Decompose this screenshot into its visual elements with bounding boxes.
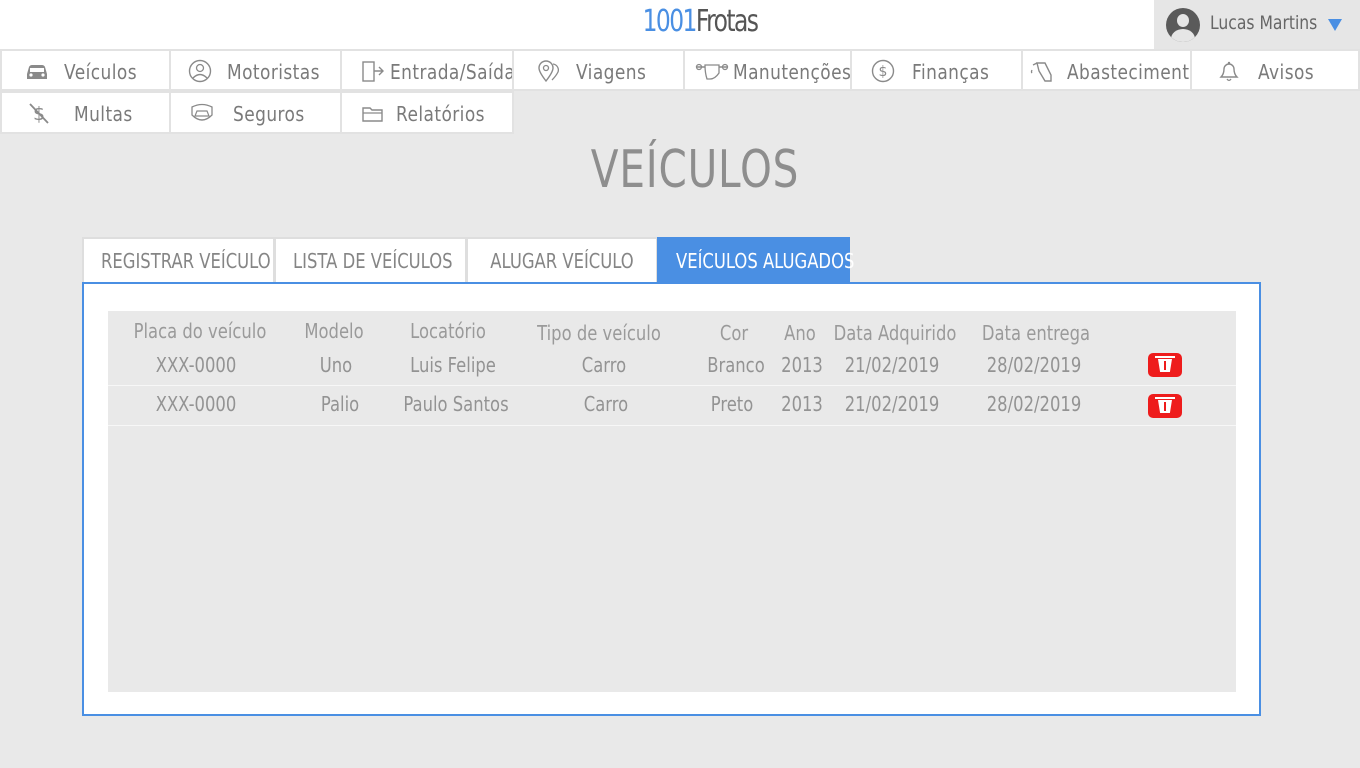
svg-text:$: $ [879, 64, 888, 80]
table-cell: 2013 [781, 353, 823, 377]
column-header: Tipo de veículo [537, 321, 661, 345]
nav-label: Avisos [1258, 60, 1315, 84]
row-divider [108, 385, 1236, 386]
tab-lista-de-veiculos[interactable]: LISTA DE VEÍCULOS [274, 237, 467, 283]
brand-logo[interactable]: 1001Frotas [154, 4, 1246, 39]
bell-icon [1219, 61, 1239, 82]
tab-label: VEÍCULOS ALUGADOS [676, 249, 855, 273]
table-cell: XXX-0000 [155, 392, 237, 416]
tab-label: REGISTRAR VEÍCULO [101, 249, 271, 273]
tab-label: ALUGAR VEÍCULO [490, 249, 634, 273]
table-cell: 28/02/2019 [986, 353, 1082, 377]
nav-item-motoristas[interactable]: Motoristas [169, 49, 342, 91]
delete-button[interactable] [1148, 394, 1182, 418]
folder-icon [362, 107, 383, 122]
user-name: Lucas Martins [1210, 12, 1318, 34]
table-cell: 2013 [781, 392, 823, 416]
chevron-down-icon[interactable] [1328, 19, 1342, 31]
tab-registrar-veiculo[interactable]: REGISTRAR VEÍCULO [82, 237, 275, 283]
table-cell: 21/02/2019 [844, 353, 940, 377]
nav-item-seguros[interactable]: Seguros [169, 91, 342, 134]
trash-icon [1155, 356, 1175, 358]
table-cell: Carro [583, 392, 629, 416]
nav-label: Motoristas [227, 60, 320, 84]
delete-button[interactable] [1148, 353, 1182, 377]
nav-label: Entrada/Saída [390, 60, 516, 84]
wrench-hand-icon [695, 63, 729, 80]
top-bar: 1001Frotas Lucas Martins [0, 0, 1360, 50]
nav-item-relatorios[interactable]: Relatórios [340, 91, 514, 134]
tab-veiculos-alugados[interactable]: VEÍCULOS ALUGADOS [657, 237, 855, 283]
driver-icon [188, 59, 212, 83]
user-menu[interactable]: Lucas Martins [1154, 0, 1360, 50]
nav-item-avisos[interactable]: Avisos [1190, 49, 1360, 91]
nav-item-multas[interactable]: $ Multas [0, 91, 171, 134]
column-header: Data Adquirido [833, 321, 957, 345]
nav-item-viagens[interactable]: Viagens [512, 49, 685, 91]
table-cell: Carro [581, 353, 627, 377]
nav-item-financas[interactable]: $ Finanças [850, 49, 1023, 91]
door-exit-icon [362, 61, 384, 82]
rented-vehicles-panel: Placa do veículo Modelo Locatório Tipo d… [82, 282, 1261, 716]
page-title: VEÍCULOS [590, 140, 800, 200]
table-cell: Luis Felipe [410, 353, 496, 377]
dollar-slash-icon: $ [29, 103, 49, 125]
table-cell: Palio [320, 392, 360, 416]
map-pins-icon [538, 60, 559, 83]
nav-label: Manutenções [733, 60, 852, 84]
column-header: Modelo [304, 319, 364, 343]
car-icon [27, 65, 47, 79]
nav-item-veiculos[interactable]: Veículos [0, 49, 171, 91]
column-header: Cor [719, 321, 749, 345]
nav-item-entrada-saida[interactable]: Entrada/Saída [340, 49, 516, 91]
nav-label: Abastecimento [1067, 60, 1201, 84]
table-cell: Paulo Santos [403, 392, 509, 416]
nav-label: Seguros [233, 102, 305, 126]
trash-icon [1155, 397, 1175, 399]
column-header: Data entrega [981, 321, 1091, 345]
column-header: Placa do veículo [133, 319, 267, 343]
table-cell: Branco [707, 353, 765, 377]
nav-label: Viagens [576, 60, 647, 84]
column-header: Ano [784, 321, 816, 345]
fuel-nozzle-icon [1030, 62, 1052, 82]
avatar-icon [1166, 8, 1200, 42]
column-header: Locatório [410, 319, 486, 343]
nav-item-manutencoes[interactable]: Manutenções [683, 49, 852, 91]
nav-label: Multas [74, 102, 133, 126]
nav-label: Veículos [64, 60, 137, 84]
tab-label: LISTA DE VEÍCULOS [293, 249, 453, 273]
table-cell: Preto [710, 392, 754, 416]
dollar-circle-icon: $ [871, 59, 895, 83]
tab-alugar-veiculo[interactable]: ALUGAR VEÍCULO [466, 237, 658, 283]
table-cell: XXX-0000 [155, 353, 237, 377]
brand-word: Frotas [695, 4, 759, 39]
nav-label: Finanças [912, 60, 990, 84]
nav-label: Relatórios [396, 102, 485, 126]
brand-number: 1001 [642, 4, 698, 39]
row-divider [108, 425, 1236, 426]
table-cell: 21/02/2019 [844, 392, 940, 416]
nav-item-abastecimento[interactable]: Abastecimento [1021, 49, 1200, 91]
rented-vehicles-table: Placa do veículo Modelo Locatório Tipo d… [108, 311, 1236, 692]
insured-car-icon [191, 103, 213, 121]
table-cell: 28/02/2019 [986, 392, 1082, 416]
table-cell: Uno [319, 353, 353, 377]
